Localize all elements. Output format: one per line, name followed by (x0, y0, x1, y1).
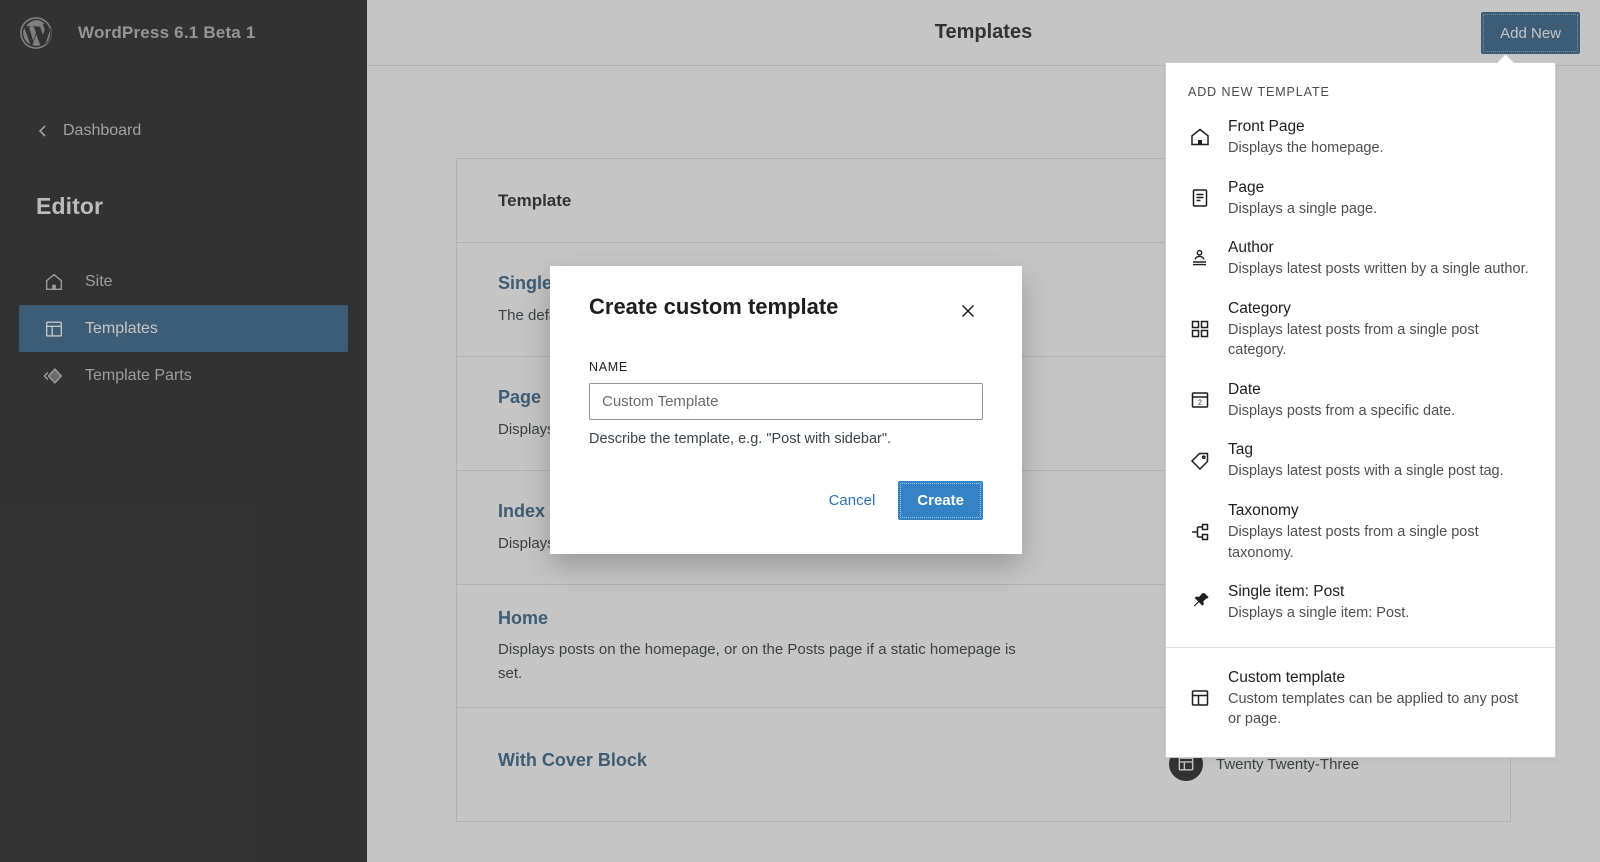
calendar-date-icon: 2 (1188, 388, 1212, 412)
pin-icon (1188, 590, 1212, 614)
modal-header: Create custom template (589, 294, 983, 326)
popover-item-title: Date (1228, 380, 1261, 398)
popover-item-title: Taxonomy (1228, 502, 1299, 520)
popover-custom-group: Custom template Custom templates can be … (1166, 648, 1555, 757)
name-field-help: Describe the template, e.g. "Post with s… (589, 431, 892, 447)
author-person-icon (1188, 246, 1212, 270)
popover-item-title: Page (1228, 178, 1265, 196)
popover-item-title: Front Page (1228, 118, 1305, 135)
popover-item-page[interactable]: Page Displays a single page. (1166, 168, 1555, 229)
close-button[interactable] (953, 296, 983, 326)
tag-icon (1188, 449, 1212, 473)
create-button[interactable]: Create (898, 481, 983, 520)
popover-item-title: Author (1228, 239, 1274, 257)
create-custom-template-modal: Create custom template NAME Describe the… (550, 266, 1022, 554)
popover-item-title: Category (1228, 299, 1291, 317)
popover-item-description: Custom templates can be applied to any p… (1228, 690, 1519, 728)
home-icon (1188, 125, 1212, 149)
popover-item-custom-template[interactable]: Custom template Custom templates can be … (1166, 658, 1555, 739)
popover-item-description: Displays latest posts written by a singl… (1228, 261, 1529, 278)
popover-item-single-item-post[interactable]: Single item: Post Displays a single item… (1166, 572, 1555, 633)
popover-item-description: Displays the homepage. (1228, 140, 1384, 156)
popover-item-title: Single item: Post (1228, 583, 1345, 601)
popover-item-tag[interactable]: Tag Displays latest posts with a single … (1166, 430, 1555, 491)
popover-items-group: Front Page Displays the homepage. Page D… (1166, 107, 1555, 643)
popover-item-front-page[interactable]: Front Page Displays the homepage. (1166, 107, 1555, 168)
popover-item-category[interactable]: Category Displays latest posts from a si… (1166, 289, 1555, 370)
svg-text:2: 2 (1198, 400, 1202, 407)
popover-item-description: Displays latest posts from a single post… (1228, 321, 1479, 359)
popover-label: ADD NEW TEMPLATE (1188, 85, 1330, 99)
popover-item-title: Tag (1228, 441, 1253, 459)
popover-item-author[interactable]: Author Displays latest posts written by … (1166, 228, 1555, 289)
popover-caret-icon (1498, 54, 1514, 63)
popover-item-description: Displays a single item: Post. (1228, 605, 1410, 622)
modal-title: Create custom template (589, 294, 839, 319)
popover-item-description: Displays a single page. (1228, 200, 1378, 217)
popover-item-date[interactable]: 2 Date Displays posts from a specific da… (1166, 370, 1555, 431)
popover-item-description: Displays latest posts with a single post… (1228, 463, 1504, 480)
category-grid-icon (1188, 317, 1212, 341)
popover-item-taxonomy[interactable]: Taxonomy Displays latest posts from a si… (1166, 491, 1555, 572)
page-document-icon (1188, 186, 1212, 210)
name-field-label: NAME (589, 360, 628, 374)
name-input[interactable] (589, 383, 983, 420)
popover-item-description: Displays latest posts from a single post… (1228, 524, 1479, 561)
popover-item-title: Custom template (1228, 668, 1346, 686)
modal-actions: Cancel Create (589, 481, 983, 520)
cancel-button[interactable]: Cancel (815, 483, 890, 518)
close-icon (958, 301, 978, 321)
template-layout-icon (1188, 686, 1212, 710)
add-new-template-popover: ADD NEW TEMPLATE Front Page Displays the… (1165, 62, 1556, 758)
popover-item-description: Displays posts from a specific date. (1228, 402, 1456, 419)
taxonomy-hierarchy-icon (1188, 520, 1212, 544)
